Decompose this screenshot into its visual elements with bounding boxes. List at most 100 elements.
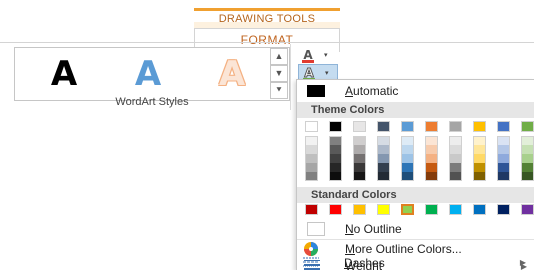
standard-color-swatch[interactable]: [377, 204, 390, 215]
theme-shade-swatch[interactable]: [521, 145, 534, 154]
standard-color-swatch[interactable]: [425, 204, 438, 215]
menu-item-dashes[interactable]: Dashes ▶: [296, 256, 534, 270]
theme-shade-swatch[interactable]: [329, 136, 342, 145]
theme-shade-column: [353, 136, 366, 181]
theme-shade-swatch[interactable]: [377, 163, 390, 172]
theme-shade-swatch[interactable]: [353, 163, 366, 172]
theme-shade-swatch[interactable]: [449, 136, 462, 145]
theme-shade-swatch[interactable]: [473, 154, 486, 163]
theme-shade-swatch[interactable]: [449, 163, 462, 172]
standard-color-swatch[interactable]: [473, 204, 486, 215]
theme-shade-swatch[interactable]: [305, 154, 318, 163]
theme-shade-swatch[interactable]: [401, 136, 414, 145]
theme-shade-swatch[interactable]: [425, 154, 438, 163]
theme-shade-swatch[interactable]: [497, 145, 510, 154]
theme-shade-column: [329, 136, 342, 181]
theme-color-swatch[interactable]: [497, 121, 510, 132]
theme-shade-swatch[interactable]: [425, 172, 438, 181]
theme-color-swatch[interactable]: [377, 121, 390, 132]
theme-shade-swatch[interactable]: [401, 172, 414, 181]
theme-shade-swatch[interactable]: [377, 136, 390, 145]
theme-shade-swatch[interactable]: [353, 136, 366, 145]
theme-shades-grid: [297, 136, 534, 186]
wordart-style-orange-outline[interactable]: A: [197, 52, 267, 96]
theme-shade-swatch[interactable]: [353, 172, 366, 181]
theme-shade-column: [377, 136, 390, 181]
theme-shade-column: [521, 136, 534, 181]
text-fill-button[interactable]: A ▾: [298, 46, 338, 64]
theme-shade-swatch[interactable]: [401, 154, 414, 163]
theme-color-swatch[interactable]: [305, 121, 318, 132]
standard-color-swatch[interactable]: [305, 204, 318, 215]
theme-shade-swatch[interactable]: [473, 163, 486, 172]
theme-shade-swatch[interactable]: [521, 163, 534, 172]
wordart-styles-group-label: WordArt Styles: [115, 96, 189, 108]
wordart-style-blue[interactable]: A: [113, 52, 183, 96]
menu-item-no-outline[interactable]: No Outline: [297, 220, 534, 238]
theme-color-swatch[interactable]: [425, 121, 438, 132]
contextual-accent-line: [194, 8, 340, 11]
automatic-color-swatch: [297, 82, 325, 100]
theme-shade-swatch[interactable]: [473, 145, 486, 154]
standard-color-swatch[interactable]: [497, 204, 510, 215]
text-fill-icon: A: [298, 48, 318, 63]
theme-shade-swatch[interactable]: [305, 136, 318, 145]
theme-shade-swatch[interactable]: [449, 145, 462, 154]
theme-shade-swatch[interactable]: [425, 136, 438, 145]
theme-shade-swatch[interactable]: [377, 172, 390, 181]
gallery-scroll-controls: ▲ ▼ ⯆: [270, 48, 288, 100]
theme-color-swatch[interactable]: [329, 121, 342, 132]
standard-color-swatch[interactable]: [353, 204, 366, 215]
theme-shade-swatch[interactable]: [329, 145, 342, 154]
scroll-down-icon[interactable]: ▼: [270, 65, 288, 82]
theme-shade-swatch[interactable]: [401, 145, 414, 154]
theme-shade-swatch[interactable]: [305, 172, 318, 181]
menu-item-label: Automatic: [345, 84, 399, 98]
theme-shade-swatch[interactable]: [449, 172, 462, 181]
standard-color-swatch[interactable]: [401, 204, 414, 215]
theme-shade-swatch[interactable]: [521, 154, 534, 163]
wordart-sample-letter: A: [134, 54, 162, 94]
standard-color-swatch[interactable]: [329, 204, 342, 215]
theme-color-swatch[interactable]: [449, 121, 462, 132]
theme-shade-swatch[interactable]: [497, 172, 510, 181]
chevron-down-icon: ▾: [325, 70, 329, 77]
menu-item-label: More Outline Colors...: [345, 242, 462, 256]
wordart-sample-letter: A: [218, 54, 246, 94]
theme-shade-swatch[interactable]: [497, 136, 510, 145]
theme-shade-swatch[interactable]: [521, 172, 534, 181]
standard-color-swatch[interactable]: [521, 204, 534, 215]
wordart-style-black[interactable]: A: [29, 52, 99, 96]
theme-color-swatch[interactable]: [401, 121, 414, 132]
theme-shade-swatch[interactable]: [353, 145, 366, 154]
menu-item-automatic[interactable]: Automatic: [297, 82, 534, 100]
theme-shade-column: [497, 136, 510, 181]
standard-colors-row: [297, 204, 534, 216]
theme-color-swatch[interactable]: [473, 121, 486, 132]
theme-shade-swatch[interactable]: [401, 163, 414, 172]
theme-base-row: [297, 121, 534, 133]
theme-shade-swatch[interactable]: [497, 154, 510, 163]
theme-shade-column: [401, 136, 414, 181]
theme-shade-swatch[interactable]: [521, 136, 534, 145]
menu-item-label: Dashes: [344, 256, 385, 270]
theme-shade-swatch[interactable]: [329, 154, 342, 163]
theme-shade-swatch[interactable]: [473, 172, 486, 181]
theme-shade-swatch[interactable]: [377, 145, 390, 154]
theme-shade-swatch[interactable]: [377, 154, 390, 163]
theme-shade-swatch[interactable]: [497, 163, 510, 172]
scroll-up-icon[interactable]: ▲: [270, 48, 288, 65]
theme-color-swatch[interactable]: [353, 121, 366, 132]
theme-color-swatch[interactable]: [521, 121, 534, 132]
theme-shade-swatch[interactable]: [329, 163, 342, 172]
standard-color-swatch[interactable]: [449, 204, 462, 215]
theme-shade-swatch[interactable]: [305, 163, 318, 172]
theme-shade-swatch[interactable]: [329, 172, 342, 181]
no-outline-swatch: [297, 220, 325, 238]
theme-shade-swatch[interactable]: [353, 154, 366, 163]
theme-shade-swatch[interactable]: [305, 145, 318, 154]
theme-shade-swatch[interactable]: [425, 163, 438, 172]
theme-shade-swatch[interactable]: [473, 136, 486, 145]
theme-shade-swatch[interactable]: [425, 145, 438, 154]
theme-shade-swatch[interactable]: [449, 154, 462, 163]
